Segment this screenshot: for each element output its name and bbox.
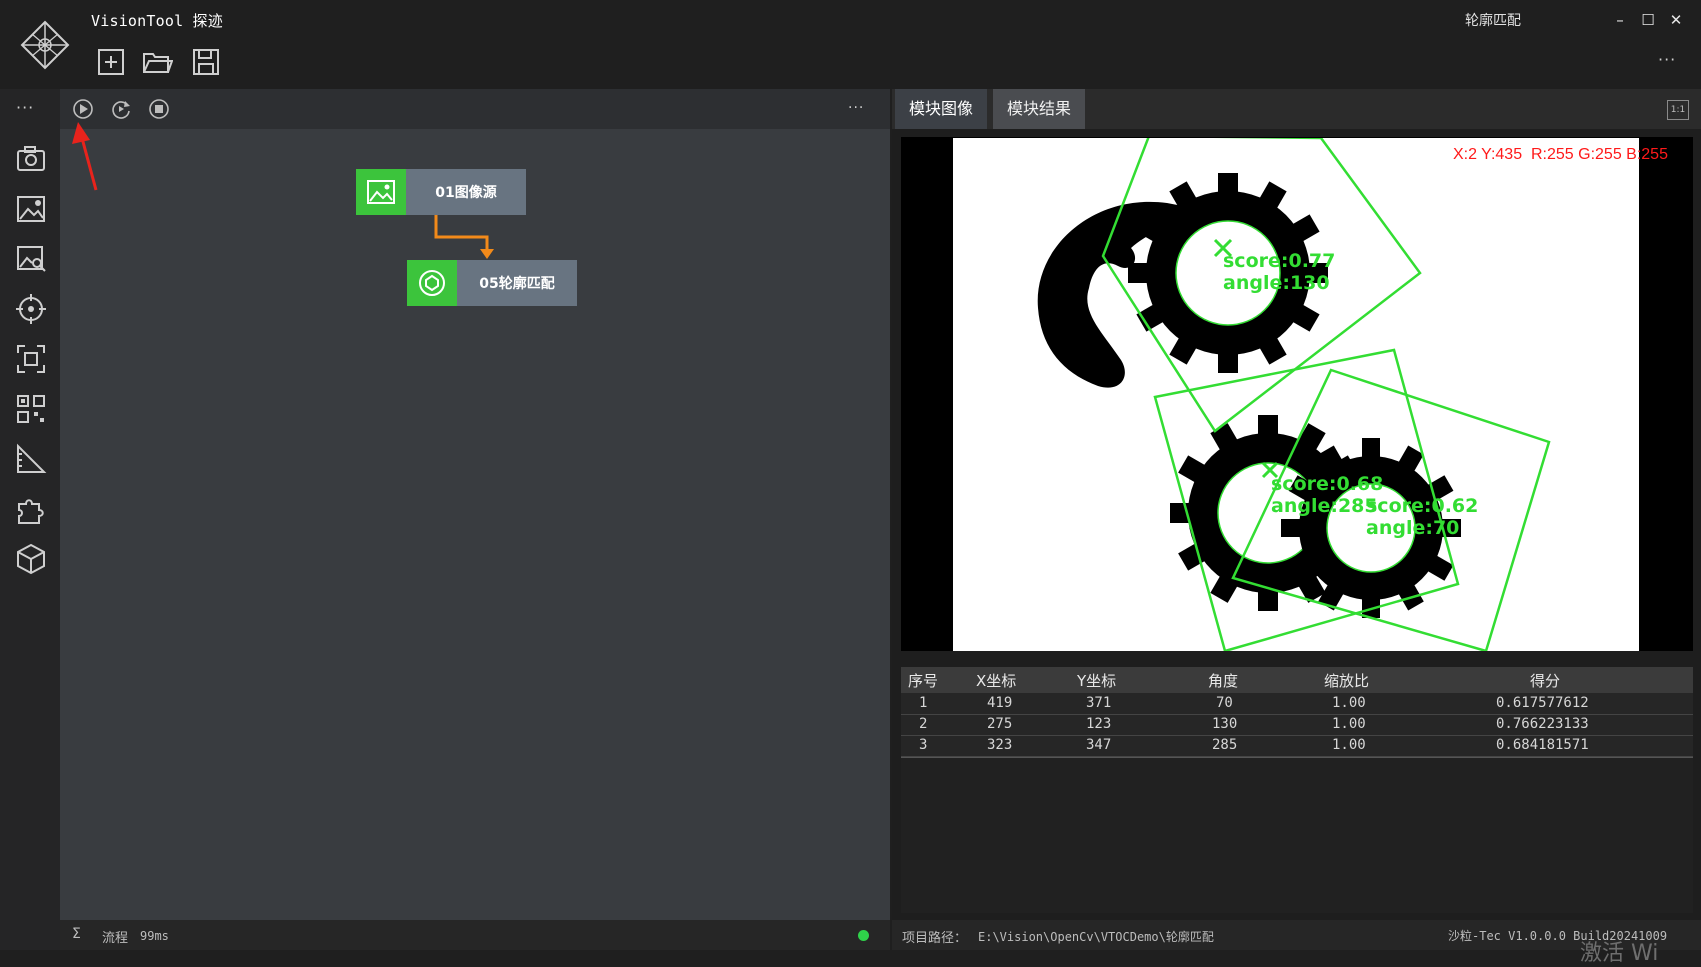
flow-node-label: 05轮廓匹配 xyxy=(457,260,577,306)
save-icon[interactable] xyxy=(190,46,222,78)
app-title: VisionTool 探迹 xyxy=(91,12,223,30)
flow-status-label: 流程 xyxy=(102,931,129,946)
app-logo-icon xyxy=(20,20,70,70)
cell-angle: 285 xyxy=(1212,737,1238,753)
shape-match-icon xyxy=(407,260,457,306)
run-once-icon[interactable] xyxy=(72,98,94,120)
project-path-value: E:\Vision\OpenCv\VTOCDemo\轮廓匹配 xyxy=(978,930,1214,944)
cube-icon[interactable] xyxy=(14,542,48,576)
close-button[interactable]: ✕ xyxy=(1664,8,1688,32)
column-header-scale[interactable]: 缩放比 xyxy=(1324,670,1369,691)
flow-more-button[interactable]: ··· xyxy=(848,100,864,116)
minimize-button[interactable]: – xyxy=(1608,8,1632,32)
cell-score: 0.617577612 xyxy=(1496,695,1589,711)
image-search-icon[interactable] xyxy=(14,242,48,276)
focus-frame-icon[interactable] xyxy=(14,342,48,376)
crosshair-icon[interactable] xyxy=(14,292,48,326)
cell-x: 275 xyxy=(987,716,1013,732)
cell-score: 0.766223133 xyxy=(1496,716,1589,732)
open-folder-icon[interactable] xyxy=(141,46,173,78)
maximize-button[interactable]: ☐ xyxy=(1636,8,1660,32)
sidebar-more-button[interactable]: ··· xyxy=(16,98,34,117)
cell-y: 123 xyxy=(1086,716,1112,732)
qr-code-icon[interactable] xyxy=(14,392,48,426)
cell-index: 2 xyxy=(919,716,928,732)
image-icon xyxy=(356,169,406,215)
tab-module-image[interactable]: 模块图像 xyxy=(895,89,988,129)
stop-icon[interactable] xyxy=(148,98,170,120)
tab-module-result[interactable]: 模块结果 xyxy=(993,89,1086,129)
plugin-puzzle-icon[interactable] xyxy=(14,492,48,526)
match-score: score:0.77 xyxy=(1223,250,1336,272)
flow-status-bar xyxy=(60,920,890,950)
column-header-score[interactable]: 得分 xyxy=(1530,670,1560,691)
match-annotation: score:0.62 angle:70 xyxy=(1366,495,1478,539)
new-file-icon[interactable] xyxy=(95,46,127,78)
log-area[interactable] xyxy=(901,757,1693,913)
title-bar xyxy=(0,0,1701,89)
measure-ruler-icon[interactable] xyxy=(14,442,48,476)
run-loop-icon[interactable] xyxy=(110,98,132,120)
flow-status-time: 99ms xyxy=(140,929,169,943)
match-annotation: score:0.77 angle:130 xyxy=(1223,250,1335,294)
image-settings-icon[interactable] xyxy=(14,192,48,226)
cell-angle: 70 xyxy=(1216,695,1233,711)
activation-watermark: 激活 Wi xyxy=(1580,941,1659,966)
column-header-angle[interactable]: 角度 xyxy=(1208,670,1238,691)
more-menu-button[interactable]: ··· xyxy=(1658,50,1676,69)
column-header-index[interactable]: 序号 xyxy=(908,670,938,691)
cell-scale: 1.00 xyxy=(1332,695,1366,711)
sigma-icon: Σ xyxy=(72,926,81,942)
module-name: 轮廓匹配 xyxy=(1465,13,1521,29)
camera-icon[interactable] xyxy=(14,142,48,176)
column-header-x[interactable]: X坐标 xyxy=(976,670,1016,691)
cell-scale: 1.00 xyxy=(1332,737,1366,753)
cell-y: 371 xyxy=(1086,695,1112,711)
cell-score: 0.684181571 xyxy=(1496,737,1589,753)
pixel-info-readout: X:2 Y:435 R:255 G:255 B:255 xyxy=(1453,146,1668,163)
match-score: score:0.68 xyxy=(1271,473,1384,495)
match-angle: angle:130 xyxy=(1223,272,1330,294)
cell-x: 323 xyxy=(987,737,1013,753)
match-score: score:0.62 xyxy=(1366,495,1479,517)
flow-node-image-source[interactable]: 01图像源 xyxy=(356,169,526,215)
red-arrow-annotation xyxy=(72,122,98,191)
match-angle: angle:70 xyxy=(1366,517,1460,539)
flow-connector-arrow xyxy=(434,215,494,259)
cell-x: 419 xyxy=(987,695,1013,711)
status-indicator-icon xyxy=(858,930,869,941)
cell-index: 3 xyxy=(919,737,928,753)
zoom-1to1-button[interactable]: 1:1 xyxy=(1667,100,1689,120)
cell-angle: 130 xyxy=(1212,716,1238,732)
flow-node-label: 01图像源 xyxy=(406,169,526,215)
column-header-y[interactable]: Y坐标 xyxy=(1077,670,1116,691)
flow-node-contour-match[interactable]: 05轮廓匹配 xyxy=(407,260,577,306)
flow-toolbar xyxy=(60,89,890,129)
result-table-header xyxy=(901,667,1693,693)
cell-y: 347 xyxy=(1086,737,1112,753)
cell-index: 1 xyxy=(919,695,928,711)
match-result-image xyxy=(1037,138,1551,651)
project-path-label: 项目路径： xyxy=(902,931,968,946)
cell-scale: 1.00 xyxy=(1332,716,1366,732)
result-image[interactable]: score:0.77 angle:130 score:0.68 angle:28… xyxy=(953,138,1639,651)
